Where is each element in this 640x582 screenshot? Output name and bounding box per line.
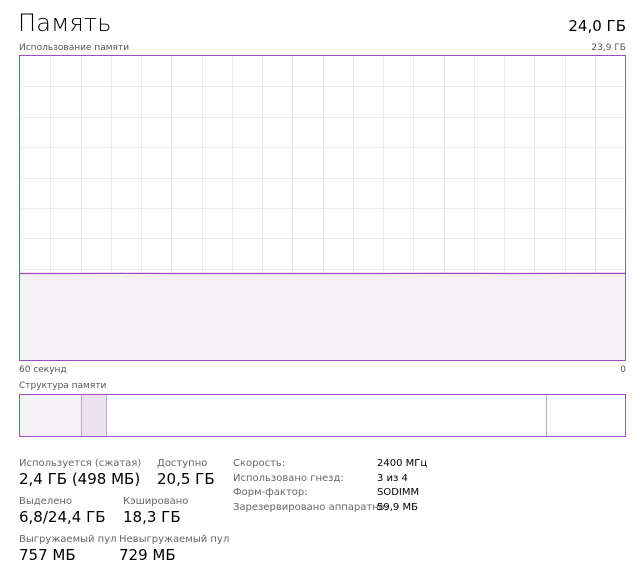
detail-reserved: Зарезервировано аппаратно:59,9 МБ	[233, 502, 427, 517]
detail-speed: Скорость: 2400 МГц	[233, 458, 427, 473]
stat-paged-pool-label: Выгружаемый пул	[19, 534, 117, 545]
stat-available-value: 20,5 ГБ	[157, 470, 215, 488]
detail-slots-value: 3 из 4	[377, 472, 408, 484]
stat-available: Доступно 20,5 ГБ	[157, 458, 215, 488]
stat-in-use: Используется (сжатая) 2,4 ГБ (498 МБ)	[19, 458, 141, 488]
total-memory: 24,0 ГБ	[568, 17, 626, 35]
composition-modified	[82, 395, 107, 436]
memory-usage-area	[20, 273, 625, 360]
detail-reserved-label: Зарезервировано аппаратно:	[233, 501, 389, 513]
memory-composition-label: Структура памяти	[19, 381, 107, 391]
detail-form-factor-value: SODIMM	[377, 487, 420, 498]
detail-form-factor: Форм-фактор: SODIMM	[233, 487, 427, 502]
time-axis-end: 0	[620, 365, 626, 375]
stat-cached-label: Кэшировано	[123, 496, 189, 507]
stat-nonpaged-pool-value: 729 МБ	[119, 546, 176, 564]
stat-committed-label: Выделено	[19, 496, 73, 507]
memory-composition-bar	[19, 394, 626, 437]
stat-in-use-value: 2,4 ГБ (498 МБ)	[19, 470, 141, 488]
memory-usage-svg	[20, 56, 625, 360]
stat-cached: Кэшировано 18,3 ГБ	[123, 496, 188, 526]
composition-free	[547, 395, 625, 436]
composition-standby	[107, 395, 547, 436]
detail-speed-label: Скорость:	[233, 458, 286, 469]
time-axis-start: 60 секунд	[19, 365, 67, 375]
stat-paged-pool-value: 757 МБ	[19, 546, 76, 564]
memory-usage-label: Использование памяти	[19, 43, 130, 53]
detail-slots-label: Использовано гнезд:	[233, 472, 344, 484]
memory-usage-chart	[19, 55, 626, 361]
composition-in-use	[20, 395, 82, 436]
detail-speed-value: 2400 МГц	[377, 458, 428, 469]
stat-committed-value: 6,8/24,4 ГБ	[19, 508, 106, 526]
detail-reserved-value: 59,9 МБ	[377, 501, 418, 513]
stat-nonpaged-pool-label: Невыгружаемый пул	[119, 534, 230, 545]
stat-available-label: Доступно	[157, 458, 208, 469]
memory-usage-max: 23,9 ГБ	[591, 43, 626, 53]
detail-form-factor-label: Форм-фактор:	[233, 487, 308, 498]
stat-in-use-label: Используется (сжатая)	[19, 458, 142, 469]
stat-nonpaged-pool: Невыгружаемый пул 729 МБ	[119, 534, 229, 564]
stat-committed: Выделено 6,8/24,4 ГБ	[19, 496, 106, 526]
page-title: Память	[18, 9, 112, 37]
stat-cached-value: 18,3 ГБ	[123, 508, 181, 526]
memory-details: Скорость: 2400 МГц Использовано гнезд: 3 и…	[233, 458, 427, 516]
stat-paged-pool: Выгружаемый пул 757 МБ	[19, 534, 117, 564]
detail-slots: Использовано гнезд: 3 из 4	[233, 473, 427, 488]
